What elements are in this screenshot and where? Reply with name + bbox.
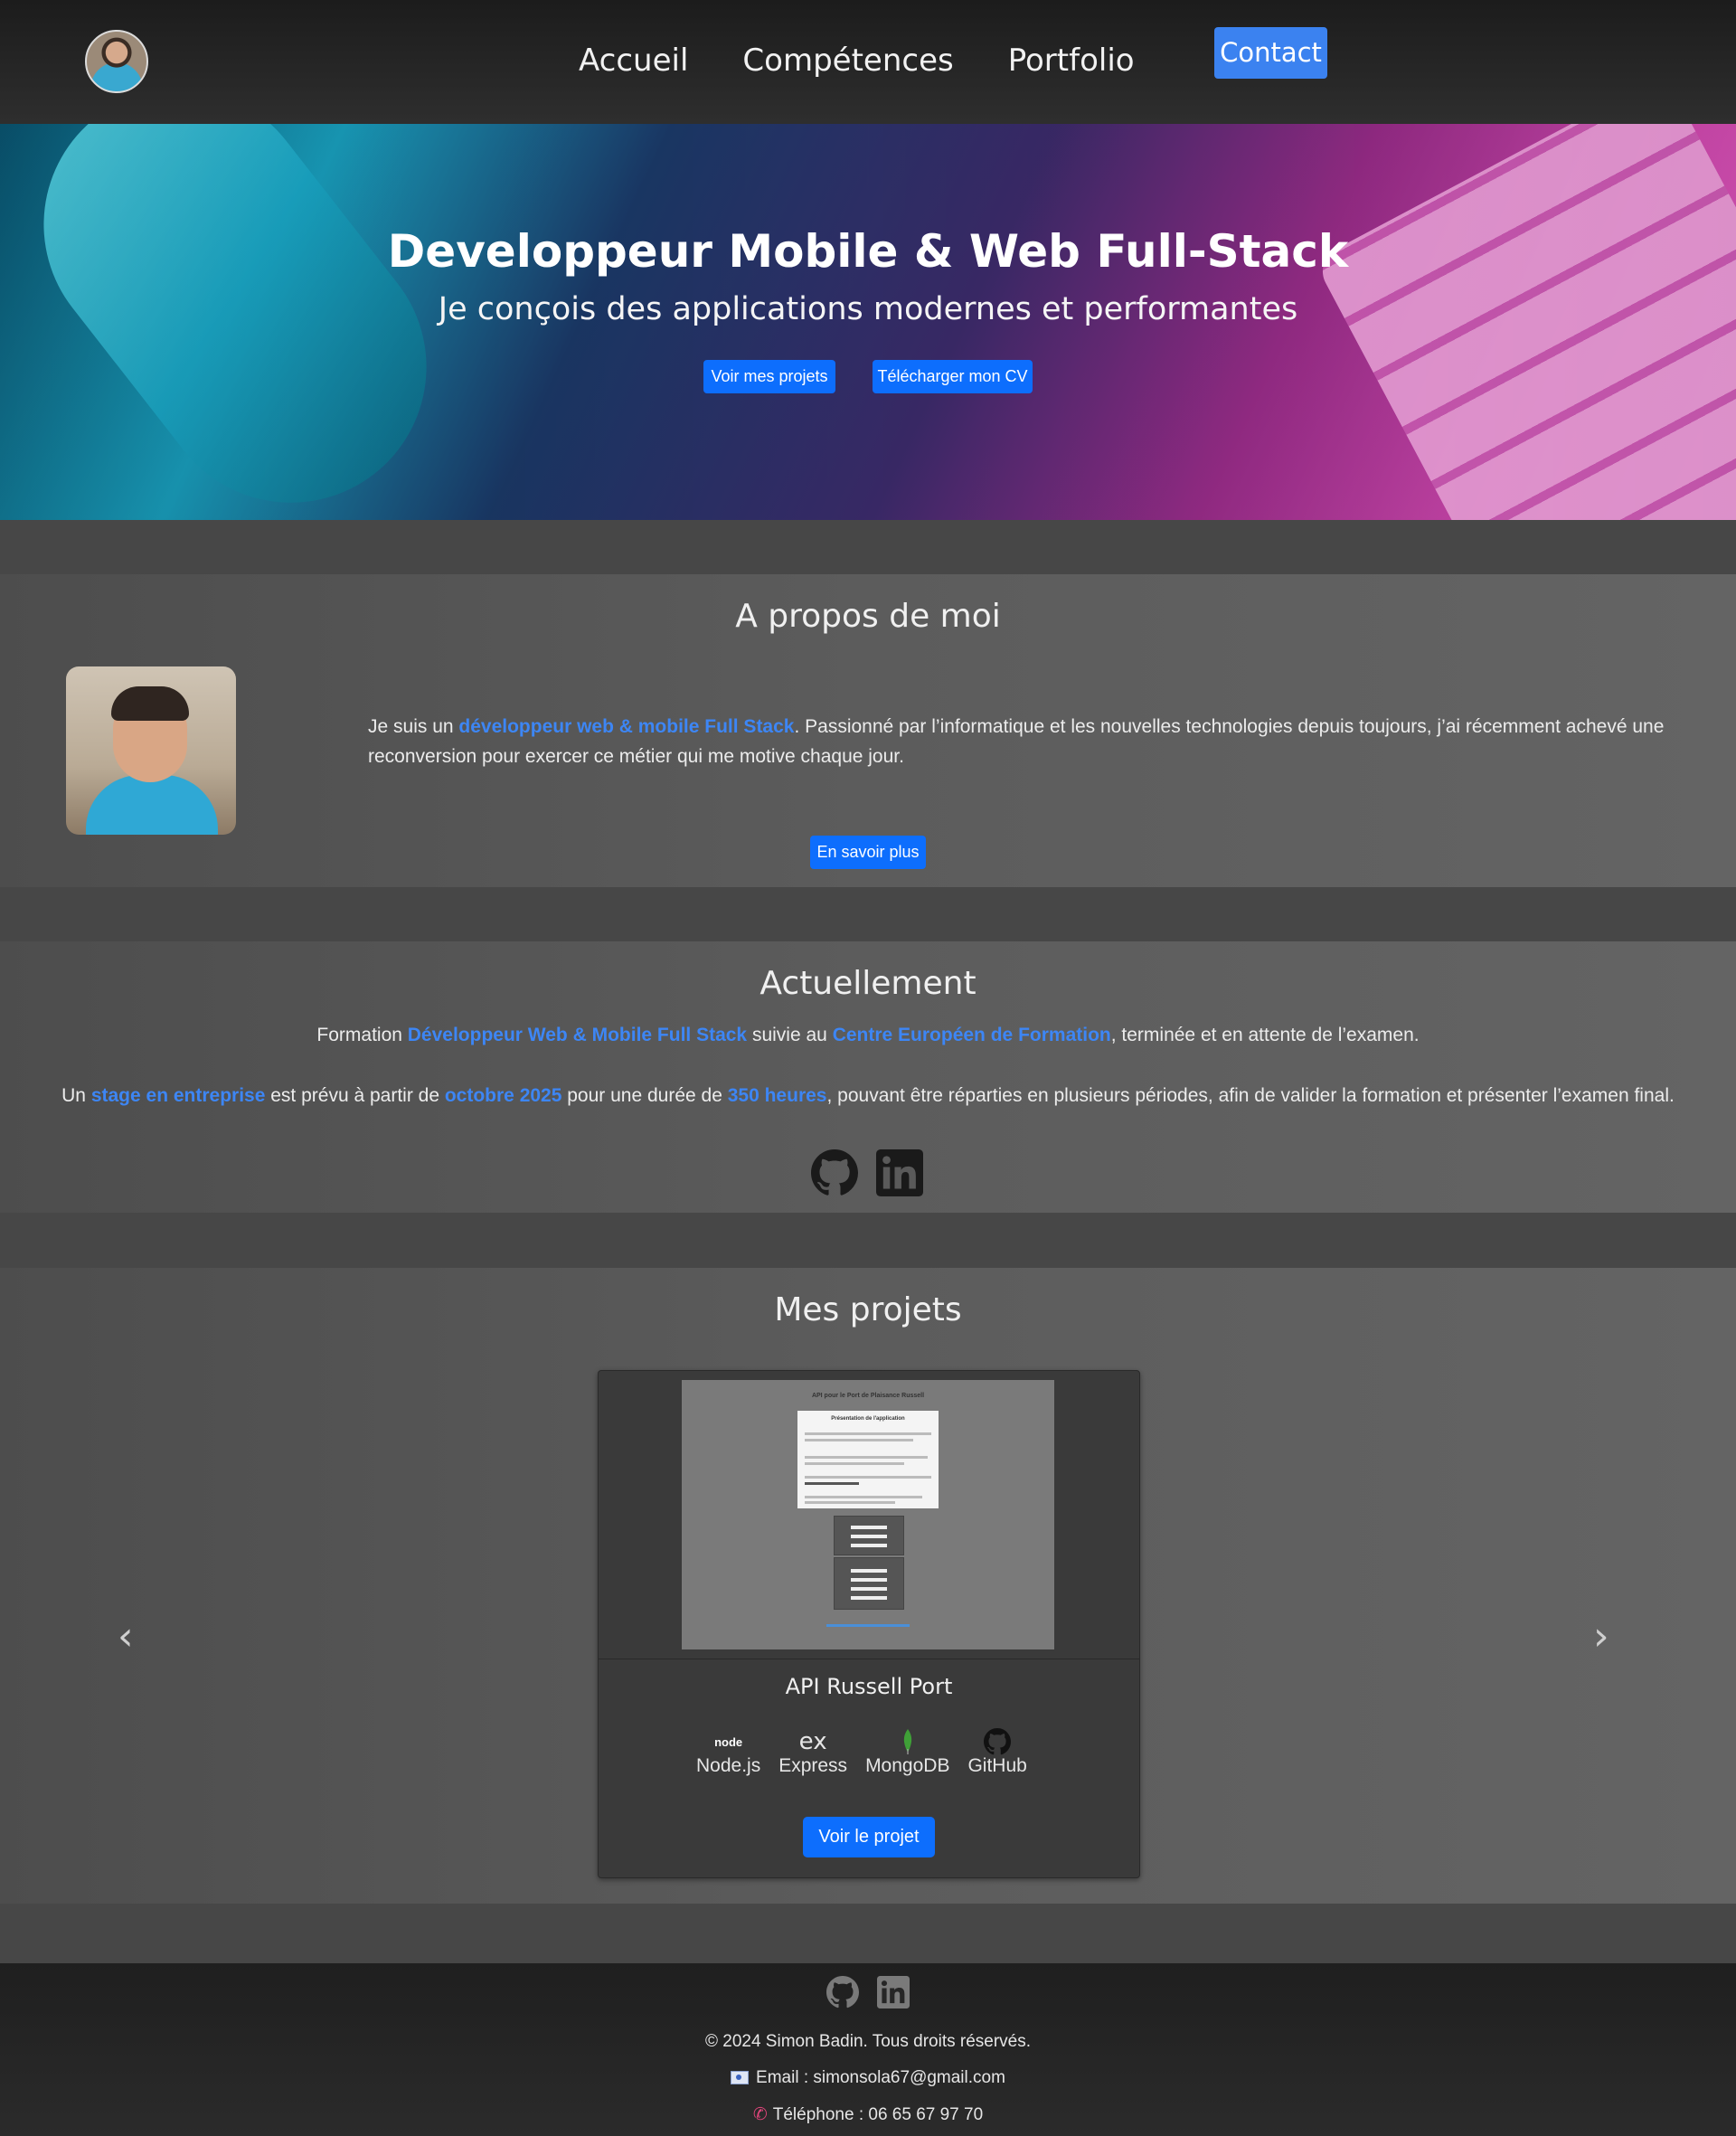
copyright-text: © 2024 Simon Badin. Tous droits réservés…	[704, 2032, 1032, 2051]
current-internship-text: Un stage en entreprise est prévu à parti…	[61, 1085, 1675, 1106]
hero-title: Developpeur Mobile & Web Full-Stack	[387, 225, 1349, 278]
hero-banner: Developpeur Mobile & Web Full-Stack Je c…	[0, 124, 1736, 520]
footer-email: Email : simonsola67@gmail.com	[0, 2068, 1736, 2088]
current-training-text: Formation Développeur Web & Mobile Full …	[316, 1025, 1420, 1045]
about-section: A propos de moi Je suis un développeur w…	[0, 574, 1736, 887]
email-icon	[731, 2071, 750, 2085]
profile-photo	[66, 666, 236, 835]
view-project-button[interactable]: Voir le projet	[803, 1817, 935, 1857]
about-title: A propos de moi	[735, 598, 1001, 635]
phone-icon: ✆	[752, 2105, 768, 2124]
tech-github: GitHub	[967, 1728, 1027, 1777]
linkedin-icon[interactable]	[876, 1149, 923, 1201]
download-cv-button[interactable]: Télécharger mon CV	[873, 360, 1033, 393]
project-name: API Russell Port	[785, 1674, 953, 1699]
carousel-prev-icon[interactable]: ‹	[118, 1617, 134, 1657]
view-projects-button[interactable]: Voir mes projets	[703, 360, 835, 393]
project-screenshot: API pour le Port de Plaisance Russell Pr…	[682, 1380, 1054, 1649]
avatar[interactable]	[85, 30, 148, 93]
mongodb-icon	[901, 1728, 914, 1755]
training-name: Développeur Web & Mobile Full Stack	[407, 1025, 748, 1045]
projects-title: Mes projets	[774, 1291, 962, 1328]
tech-list: node Node.js ex Express MongoDB GitHub	[696, 1728, 1027, 1777]
footer-linkedin-icon[interactable]	[877, 1976, 910, 2013]
hero-subtitle: Je conçois des applications modernes et …	[438, 291, 1298, 327]
tech-mongodb: MongoDB	[865, 1728, 949, 1777]
carousel-next-icon[interactable]: ›	[1593, 1617, 1609, 1657]
current-section: Actuellement Formation Développeur Web &…	[0, 941, 1736, 1213]
nav-links: Accueil Compétences Portfolio	[579, 38, 1189, 83]
footer: © 2024 Simon Badin. Tous droits réservés…	[0, 1963, 1736, 2136]
projects-section: Mes projets API pour le Port de Plaisanc…	[0, 1268, 1736, 1904]
nodejs-icon: node	[714, 1734, 743, 1749]
nav-link-accueil[interactable]: Accueil	[579, 38, 688, 83]
github-icon	[984, 1728, 1012, 1755]
training-center: Centre Européen de Formation	[832, 1025, 1111, 1045]
contact-button[interactable]: Contact	[1214, 27, 1327, 79]
footer-github-icon[interactable]	[826, 1976, 859, 2013]
express-icon: ex	[798, 1728, 827, 1755]
tech-express: ex Express	[778, 1728, 848, 1776]
about-highlight: développeur web & mobile Full Stack	[458, 716, 795, 737]
learn-more-button[interactable]: En savoir plus	[810, 836, 926, 869]
nav-link-competences[interactable]: Compétences	[742, 38, 953, 83]
nav-link-portfolio[interactable]: Portfolio	[1008, 38, 1135, 83]
current-title: Actuellement	[760, 965, 976, 1002]
github-icon[interactable]	[811, 1149, 858, 1201]
navbar: Accueil Compétences Portfolio Contact	[0, 0, 1736, 124]
project-card: API pour le Port de Plaisance Russell Pr…	[598, 1370, 1140, 1878]
footer-phone: ✆ Téléphone : 06 65 67 97 70	[752, 2105, 984, 2124]
tech-nodejs: node Node.js	[696, 1728, 760, 1777]
footer-social-icons	[826, 1976, 910, 2013]
about-text: Je suis un développeur web & mobile Full…	[368, 716, 1665, 767]
social-icons	[811, 1149, 923, 1201]
